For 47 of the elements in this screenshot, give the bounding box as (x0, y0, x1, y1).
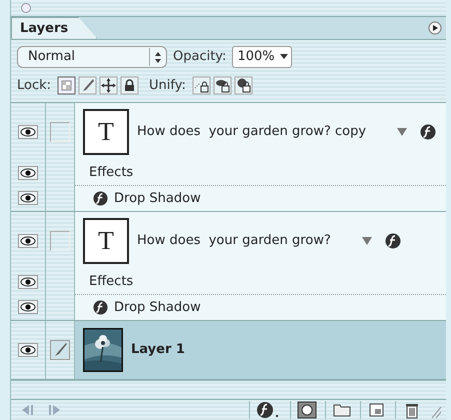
opacity-field[interactable]: 100% (232, 46, 292, 68)
effects-icon (93, 190, 108, 206)
effects-label[interactable]: Effects (89, 165, 134, 180)
eye-icon[interactable] (18, 342, 38, 357)
effect-row[interactable]: Drop Shadow (75, 294, 446, 320)
layer-name[interactable]: How does your garden grow? copy (137, 124, 366, 140)
move-icon[interactable] (99, 76, 118, 96)
effect-name[interactable]: Drop Shadow (114, 300, 201, 315)
layer-row[interactable]: T How does your garden grow? copy (75, 102, 446, 161)
eye-icon[interactable] (18, 124, 38, 139)
effects-row[interactable]: Effects (75, 160, 446, 186)
folder-icon[interactable] (325, 400, 352, 419)
effects-row[interactable]: Effects (75, 270, 446, 295)
effects-icon (384, 232, 401, 249)
text-layer-thumbnail: T (83, 108, 129, 155)
opacity-label: Opacity: (173, 49, 226, 64)
eye-icon[interactable] (18, 275, 38, 290)
panel-menu-icon[interactable] (428, 20, 442, 35)
lock-icon[interactable] (120, 76, 140, 96)
layer-row[interactable]: Layer 1 (75, 320, 446, 379)
layer-name[interactable]: Layer 1 (131, 342, 185, 358)
effect-name[interactable]: Drop Shadow (114, 190, 201, 206)
brush-icon[interactable] (78, 76, 98, 96)
dropdown-arrow-icon (280, 54, 288, 60)
lock-transparency-icon[interactable] (57, 76, 76, 96)
expand-triangle-icon[interactable] (396, 126, 408, 137)
unify-style-icon[interactable] (234, 76, 253, 96)
blend-mode-dropdown[interactable]: Normal (17, 46, 167, 68)
layer-mask-icon[interactable] (290, 400, 317, 419)
lock-label: Lock: (17, 78, 52, 94)
eye-icon[interactable] (18, 234, 38, 248)
eye-icon[interactable] (18, 300, 38, 314)
unify-label: Unify: (149, 78, 186, 94)
eye-icon[interactable] (18, 166, 38, 180)
effects-label[interactable]: Effects (89, 274, 134, 290)
effects-icon (93, 300, 108, 315)
layer-name[interactable]: How does your garden grow? (137, 233, 331, 248)
unify-position-icon[interactable] (192, 76, 211, 96)
brush-icon[interactable] (50, 340, 70, 360)
panel-tab[interactable]: Layers (11, 16, 98, 39)
unify-visibility-icon[interactable] (212, 76, 232, 96)
expand-triangle-icon[interactable] (360, 236, 373, 246)
effect-row[interactable]: Drop Shadow (75, 186, 446, 211)
effects-icon (420, 124, 436, 140)
layer-row[interactable]: T How does your garden grow? (75, 212, 446, 270)
eye-icon[interactable] (18, 191, 38, 206)
text-layer-thumbnail: T (83, 218, 129, 264)
